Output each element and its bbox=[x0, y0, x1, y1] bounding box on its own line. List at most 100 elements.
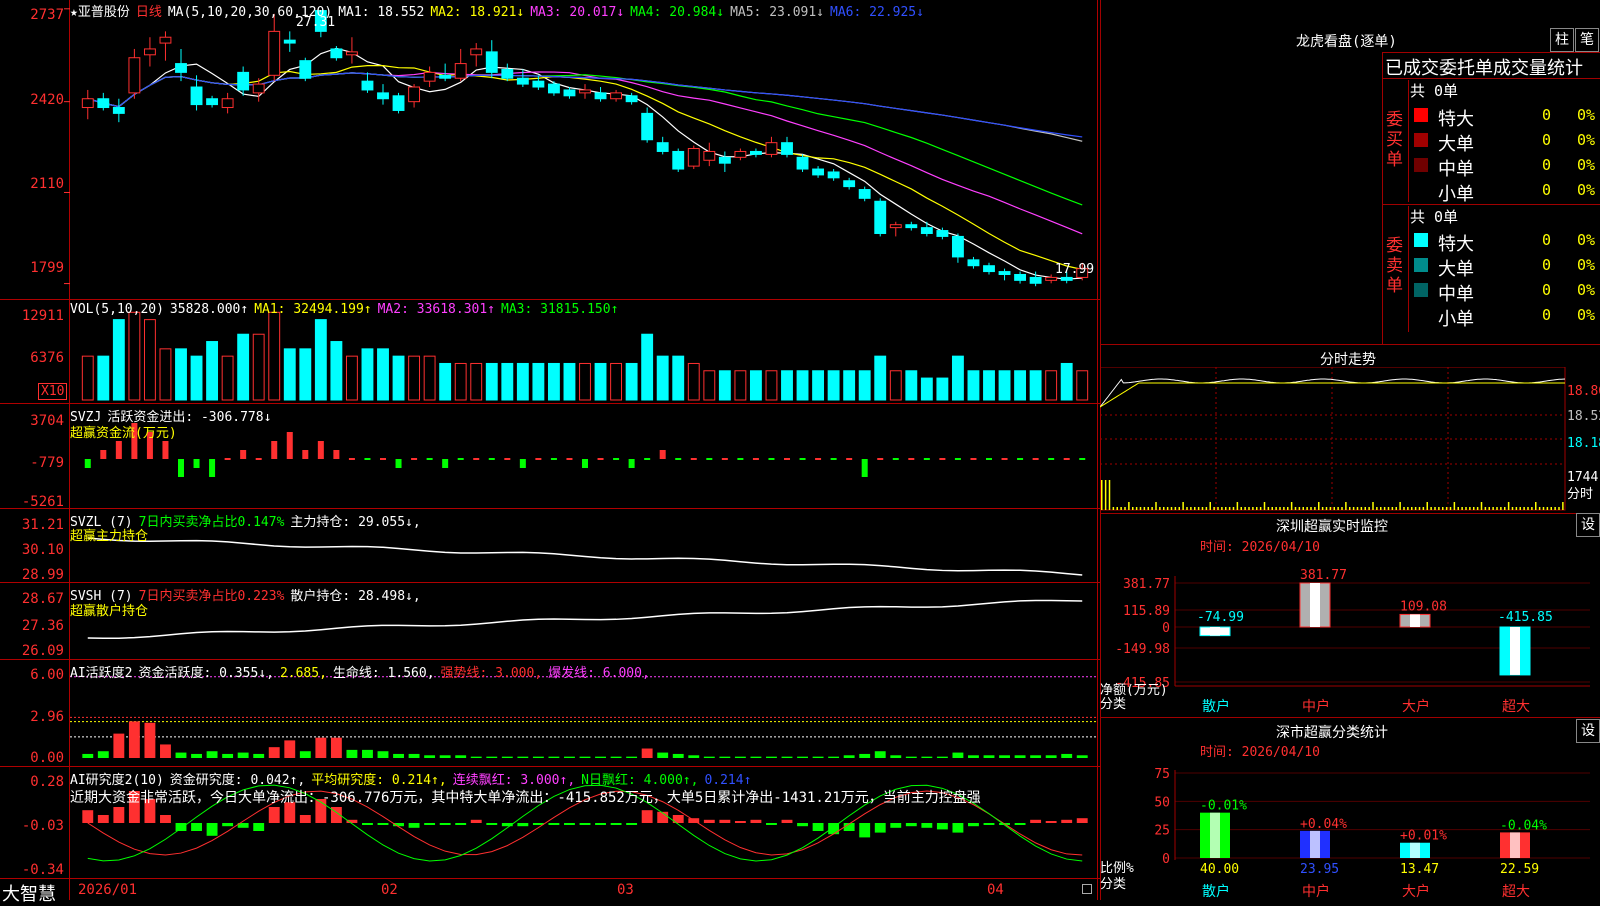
sell-row-label-2: 大单 bbox=[1438, 259, 1474, 280]
svzj-bar bbox=[193, 459, 200, 468]
svzj-bar bbox=[659, 450, 666, 459]
svzj-bar bbox=[892, 458, 899, 460]
sz-monitor-settings-button[interactable]: 设 bbox=[1576, 513, 1600, 537]
bar-mode-button[interactable]: 柱 bbox=[1550, 28, 1574, 52]
svzj-bars bbox=[84, 423, 1086, 477]
svzj-bar bbox=[939, 458, 946, 460]
volume-bar bbox=[112, 319, 125, 401]
sz-monitor-value-3: 109.08 bbox=[1400, 599, 1447, 614]
intraday-volume-bar bbox=[1445, 507, 1448, 510]
ai-active-v4: 强势线: 3.000, bbox=[440, 666, 543, 681]
buy-swatch-3 bbox=[1414, 158, 1428, 172]
sell-row-pct-2: 0% bbox=[1577, 256, 1596, 274]
ai-research-bar bbox=[160, 815, 171, 823]
sz-class-delta-4: -0.04% bbox=[1500, 818, 1547, 833]
sz-monitor-cat-1: 散户 bbox=[1202, 698, 1230, 715]
intraday-volume-bar bbox=[1550, 507, 1552, 510]
ai-research-bar bbox=[377, 823, 389, 825]
svzj-bar bbox=[613, 458, 620, 460]
intraday-volume-bar bbox=[1178, 507, 1180, 510]
xaxis-label-jan: 2026/01 bbox=[78, 882, 138, 898]
candle-body bbox=[268, 30, 281, 76]
sell-row-count-3: 0 bbox=[1542, 281, 1552, 299]
candle-body bbox=[936, 230, 949, 237]
ai-research-bar bbox=[812, 823, 824, 831]
sz-class-value-1: 40.00 bbox=[1200, 862, 1239, 877]
intraday-volume-bar bbox=[1228, 507, 1231, 510]
ai-research-bar bbox=[97, 815, 109, 823]
volume-bar bbox=[781, 370, 793, 401]
intraday-volume-bar bbox=[1438, 507, 1440, 510]
ai-active-bar bbox=[859, 753, 871, 758]
ai-active-v1: 资金活跃度: 0.355↓, bbox=[138, 666, 274, 681]
ai-active-bar bbox=[253, 753, 265, 758]
intraday-volume-bar bbox=[1403, 507, 1405, 510]
ai-active-bar bbox=[579, 756, 591, 758]
ai-active-bar bbox=[393, 753, 404, 758]
volume-bar bbox=[827, 370, 840, 401]
tick-mode-button[interactable]: 笔 bbox=[1575, 28, 1599, 52]
ai-research-bar bbox=[781, 819, 793, 823]
ai-active-axis-1: 6.00 bbox=[30, 667, 64, 683]
ai-active-bar bbox=[610, 756, 622, 758]
vol-axis-1: 12911 bbox=[21, 308, 64, 324]
intraday-volume-bar bbox=[1290, 502, 1293, 510]
candle-body bbox=[361, 80, 374, 91]
volume-bar bbox=[454, 362, 467, 401]
ai-active-bar bbox=[1061, 753, 1073, 758]
sz-class-title: 深市超赢分类统计 bbox=[1276, 725, 1388, 741]
sell-orders-label: 委卖单 bbox=[1386, 236, 1403, 296]
candle-body bbox=[299, 60, 312, 79]
sz-class-cat-2: 中户 bbox=[1302, 883, 1330, 900]
ai-active-bar bbox=[905, 756, 917, 758]
intraday-volume-bar bbox=[1263, 502, 1266, 510]
volume-bar bbox=[485, 362, 498, 401]
candle-body bbox=[843, 180, 856, 188]
intraday-volume-bar bbox=[1256, 507, 1258, 510]
lock-icon[interactable] bbox=[1082, 884, 1092, 894]
svzj-bar bbox=[721, 458, 728, 460]
buy-row-count-1: 0 bbox=[1542, 106, 1552, 124]
svzj-axis-1: 3704 bbox=[30, 413, 64, 429]
intraday-volume-bar bbox=[1329, 507, 1332, 510]
intraday-axis-2: 18.52 bbox=[1567, 409, 1600, 424]
chart-canvas[interactable]: 27.31 17.99 bbox=[0, 0, 1100, 900]
svzj-bar bbox=[815, 458, 822, 460]
intraday-volume-bar bbox=[1372, 502, 1374, 510]
ai-research-v1: 资金研究度: 0.042↑, bbox=[169, 773, 306, 788]
ai-active-bar bbox=[470, 756, 482, 758]
ai-active-bar bbox=[424, 755, 436, 758]
candle-body bbox=[1029, 276, 1042, 284]
sz-class-settings-button[interactable]: 设 bbox=[1576, 719, 1600, 743]
sz-class-ylabel: 比例% bbox=[1100, 861, 1134, 876]
stock-name[interactable]: ★亚普股份 bbox=[70, 5, 130, 20]
svsh-line bbox=[87, 599, 1083, 640]
volume-bar bbox=[408, 355, 421, 401]
svzj-bar bbox=[395, 459, 402, 468]
price-axis-label-2: 2420 bbox=[30, 92, 64, 108]
ai-active-bar bbox=[191, 753, 202, 758]
vol-ma2: MA2: 33618.301↑ bbox=[377, 302, 496, 317]
candle-body bbox=[734, 150, 747, 158]
sz-class-chart: 75 50 25 0 -0.01% 40.00 散户 +0.04% 23.95 中户 +0.01% 1… bbox=[1100, 767, 1590, 900]
intraday-volume-bar bbox=[1461, 507, 1463, 510]
candle-body bbox=[237, 71, 250, 91]
intraday-volume-bar bbox=[1476, 507, 1479, 510]
period-label[interactable]: 日线 bbox=[136, 5, 162, 20]
intraday-volume-bar bbox=[1341, 507, 1343, 510]
intraday-chart[interactable]: 18.86 18.52 18.18 1744 分时 bbox=[1100, 367, 1600, 513]
ai-research-bar bbox=[564, 823, 575, 825]
svsh-hold-line bbox=[87, 599, 1083, 640]
sz-monitor-axis-3: 0 bbox=[1162, 621, 1170, 636]
intraday-volume-bar bbox=[1294, 507, 1297, 510]
ai-active-title: AI活跃度2 资金活跃度: 0.355↓, 2.685, 生命线: 1.560, 强势线… bbox=[70, 662, 656, 681]
ai-research-label: AI研究度2(10) bbox=[70, 773, 164, 788]
ai-research-axis-2: -0.03 bbox=[21, 818, 64, 834]
ai-research-bar bbox=[82, 810, 94, 823]
svzl-axis-1: 31.21 bbox=[21, 517, 64, 533]
intraday-volume-bar bbox=[1356, 507, 1359, 510]
brand-logo: 大智慧 bbox=[2, 884, 56, 905]
ai-research-bar bbox=[1030, 819, 1042, 823]
candle-body bbox=[159, 36, 172, 44]
intraday-volume-bar bbox=[1395, 507, 1397, 510]
